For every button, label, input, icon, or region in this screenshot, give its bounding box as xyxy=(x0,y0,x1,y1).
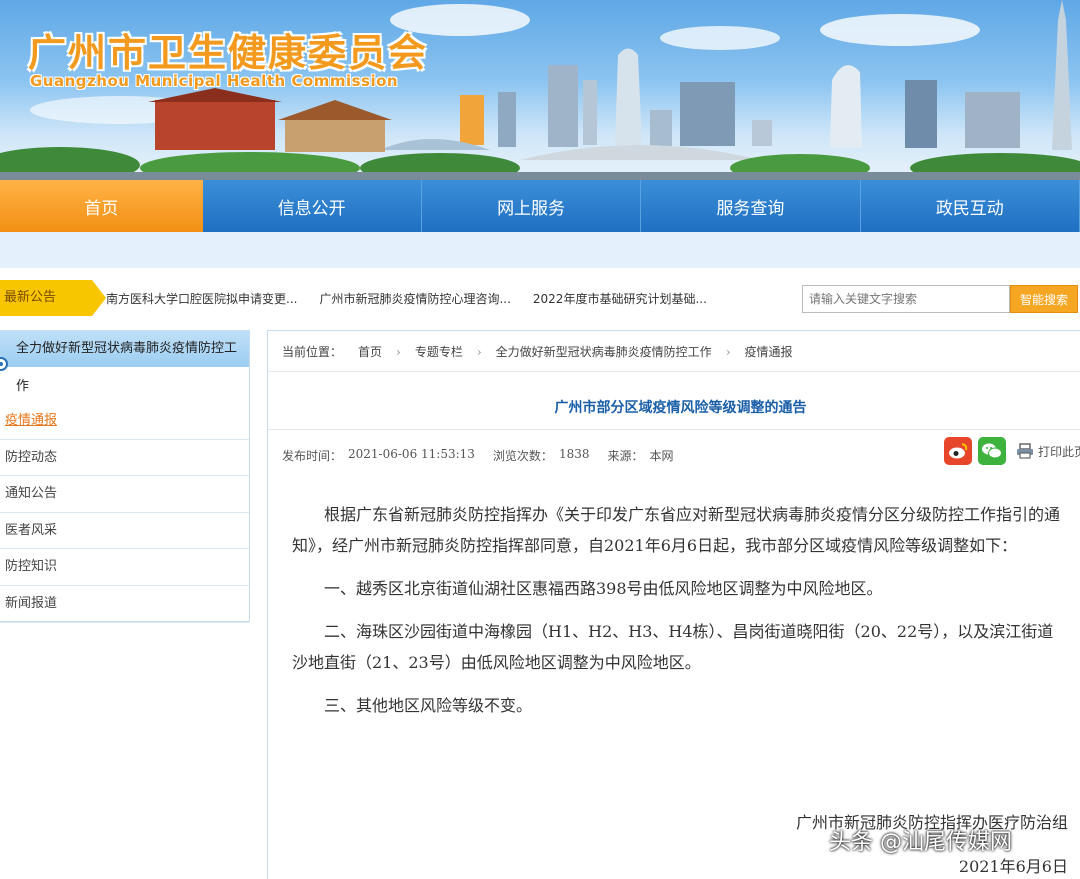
chevron-right-icon: › xyxy=(476,344,482,359)
site-subtitle: Guangzhou Municipal Health Commission xyxy=(30,72,399,90)
divider xyxy=(268,371,1080,372)
notice-label: 最新公告 xyxy=(0,280,106,316)
article-paragraph: 二、海珠区沙园街道中海橡园（H1、H2、H3、H4栋）、昌岗街道晓阳街（20、2… xyxy=(292,622,1054,672)
sub-nav-bar xyxy=(0,232,1080,268)
sidebar-title-continued: 作 xyxy=(16,379,30,394)
view-count-label: 浏览次数： xyxy=(492,449,553,463)
sidebar-title: 全力做好新型冠状病毒肺炎疫情防控工 xyxy=(0,331,249,367)
search-input[interactable] xyxy=(802,285,1010,313)
sidebar-menu: 疫情通报 防控动态 通知公告 医者风采 防控知识 新闻报道 xyxy=(0,403,249,623)
breadcrumb-home[interactable]: 首页 xyxy=(358,343,382,360)
printer-icon[interactable] xyxy=(1016,443,1034,459)
breadcrumb-covid-prevention[interactable]: 全力做好新型冠状病毒肺炎疫情防控工作 xyxy=(496,343,712,360)
view-count: 1838 xyxy=(558,447,590,461)
article-panel: 当前位置： 首页 › 专题专栏 › 全力做好新型冠状病毒肺炎疫情防控工作 › 疫… xyxy=(267,330,1080,879)
sidebar-item-news-reports[interactable]: 新闻报道 xyxy=(0,586,249,623)
publish-time: 2021-06-06 11:53:13 xyxy=(348,447,475,461)
source-label: 来源： xyxy=(607,449,644,463)
notice-item[interactable]: 南方医科大学口腔医院拟申请变更... xyxy=(106,290,297,307)
smart-search-button[interactable]: 智能搜索 xyxy=(1010,285,1078,313)
header-banner: 广州市卫生健康委员会 Guangzhou Municipal Health Co… xyxy=(0,0,1080,180)
nav-info-disclosure[interactable]: 信息公开 xyxy=(203,180,422,232)
article-date: 2021年6月6日 xyxy=(958,857,1068,876)
sidebar-item-prevention-news[interactable]: 防控动态 xyxy=(0,440,249,477)
nav-home[interactable]: 首页 xyxy=(0,180,203,232)
sidebar-item-epidemic-report[interactable]: 疫情通报 xyxy=(0,403,249,440)
share-tools: 打印此页 xyxy=(944,437,1080,465)
article-paragraph: 一、越秀区北京街道仙湖社区惠福西路398号由低风险地区调整为中风险地区。 xyxy=(324,579,883,598)
notice-item[interactable]: 2022年度市基础研究计划基础... xyxy=(533,290,707,307)
breadcrumb-special-topics[interactable]: 专题专栏 xyxy=(415,343,463,360)
site-title: 广州市卫生健康委员会 xyxy=(28,31,429,75)
article-paragraph: 根据广东省新冠肺炎防控指挥办《关于印发广东省应对新型冠状病毒肺炎疫情分区分级防控… xyxy=(292,505,1061,555)
article-paragraph: 三、其他地区风险等级不变。 xyxy=(324,696,533,715)
watermark: 头条 @汕尾传媒网 xyxy=(829,830,1012,855)
notice-list: 南方医科大学口腔医院拟申请变更... 广州市新冠肺炎疫情防控心理咨询... 20… xyxy=(106,280,729,316)
article-title: 广州市部分区域疫情风险等级调整的通告 xyxy=(554,400,807,416)
bullet-icon xyxy=(0,357,8,371)
source: 本网 xyxy=(649,449,674,463)
sidebar-item-prevention-knowledge[interactable]: 防控知识 xyxy=(0,549,249,586)
publish-time-label: 发布时间： xyxy=(282,449,343,463)
notice-item[interactable]: 广州市新冠肺炎疫情防控心理咨询... xyxy=(319,290,510,307)
main-nav: 首页 信息公开 网上服务 服务查询 政民互动 xyxy=(0,180,1080,232)
weibo-share-icon[interactable] xyxy=(944,437,972,465)
divider xyxy=(268,429,1080,430)
sidebar: 全力做好新型冠状病毒肺炎疫情防控工 作 疫情通报 防控动态 通知公告 医者风采 … xyxy=(0,330,250,623)
nav-public-interaction[interactable]: 政民互动 xyxy=(861,180,1080,232)
nav-service-query[interactable]: 服务查询 xyxy=(641,180,861,232)
breadcrumb-label: 当前位置： xyxy=(282,345,343,359)
article-meta: 发布时间： 2021-06-06 11:53:13 浏览次数： 1838 来源：… xyxy=(282,447,680,464)
print-page-link[interactable]: 打印此页 xyxy=(1038,443,1080,460)
nav-online-services[interactable]: 网上服务 xyxy=(422,180,642,232)
article-body: 根据广东省新冠肺炎防控指挥办《关于印发广东省应对新型冠状病毒肺炎疫情分区分级防控… xyxy=(292,499,1062,733)
sidebar-item-medical-staff[interactable]: 医者风采 xyxy=(0,513,249,550)
breadcrumb: 当前位置： 首页 › 专题专栏 › 全力做好新型冠状病毒肺炎疫情防控工作 › 疫… xyxy=(282,343,797,360)
chevron-right-icon: › xyxy=(396,344,401,359)
chevron-right-icon: › xyxy=(725,344,731,359)
sidebar-item-notices[interactable]: 通知公告 xyxy=(0,476,249,513)
wechat-share-icon[interactable] xyxy=(978,437,1006,465)
breadcrumb-epidemic-report[interactable]: 疫情通报 xyxy=(745,343,793,360)
